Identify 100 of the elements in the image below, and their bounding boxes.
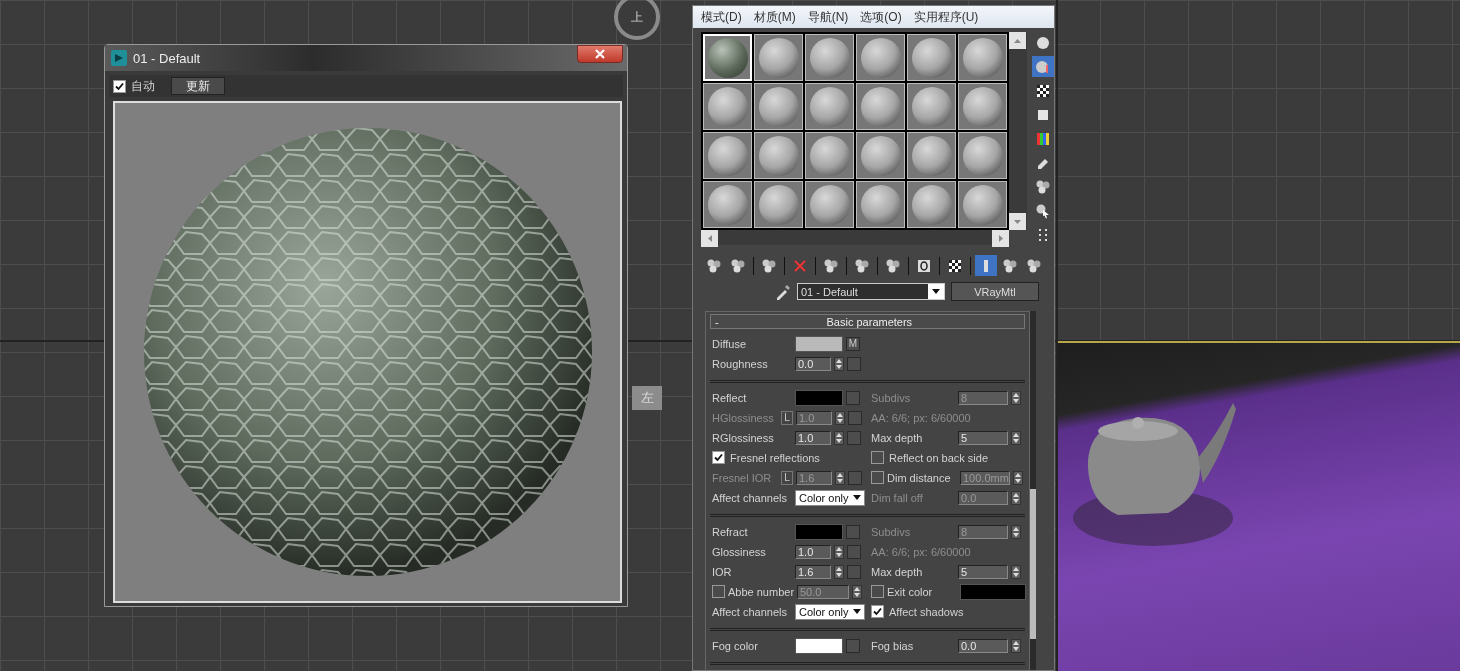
param-label: Affect channels bbox=[712, 605, 788, 618]
close-icon bbox=[595, 49, 605, 59]
param-label: Affect channels bbox=[712, 491, 788, 504]
param-label: Dim distance bbox=[887, 471, 952, 484]
number-field[interactable]: 0.0 bbox=[795, 356, 831, 371]
param-label: Fog bias bbox=[871, 639, 915, 652]
checker-icon bbox=[1035, 82, 1051, 99]
checkbox[interactable] bbox=[113, 79, 126, 93]
param-label: Reflect bbox=[712, 391, 748, 404]
map-slot-button[interactable] bbox=[846, 638, 860, 653]
param-label: Max depth bbox=[871, 431, 924, 444]
number-field[interactable]: 1.6 bbox=[795, 564, 831, 579]
spheres-icon bbox=[823, 257, 839, 274]
up-arrow-icon bbox=[1014, 38, 1021, 43]
param-label: IOR bbox=[712, 565, 733, 578]
number-field[interactable]: 5 bbox=[958, 564, 1008, 579]
color-swatch[interactable] bbox=[795, 335, 843, 352]
spheres-icon bbox=[1026, 257, 1042, 274]
close-button[interactable] bbox=[577, 45, 623, 63]
param-label: Fog color bbox=[712, 639, 759, 652]
spinner-arrows[interactable] bbox=[834, 564, 844, 579]
param-label: Subdivs bbox=[871, 525, 912, 538]
channels-dropdown[interactable]: Color only bbox=[795, 489, 865, 506]
map-slot-button[interactable]: M bbox=[846, 336, 860, 351]
param-label: Abbe number bbox=[728, 585, 794, 598]
eyedropper-icon[interactable] bbox=[775, 283, 791, 300]
window-title: 01 - Default bbox=[133, 50, 202, 66]
material-type-button[interactable]: VRayMtl bbox=[951, 282, 1039, 301]
checkbox-option[interactable]: Fresnel reflections bbox=[712, 451, 820, 464]
scrollbar[interactable] bbox=[701, 230, 1009, 245]
spinner-arrows[interactable] bbox=[1011, 564, 1021, 579]
cursor-icon bbox=[1035, 202, 1051, 219]
scrollbar[interactable] bbox=[1030, 311, 1036, 670]
viewcube[interactable]: 上 bbox=[614, 0, 660, 40]
spheres-icon bbox=[885, 257, 901, 274]
auto-checkbox[interactable]: 自动 bbox=[113, 77, 155, 95]
color-swatch[interactable] bbox=[960, 583, 1026, 600]
down-arrow-icon bbox=[1014, 219, 1021, 224]
checkbox[interactable] bbox=[871, 585, 884, 598]
spheres-icon bbox=[730, 257, 746, 274]
color-bars-icon bbox=[1035, 130, 1051, 147]
map-slot-button[interactable] bbox=[846, 524, 860, 539]
spinner-arrows[interactable] bbox=[1011, 430, 1021, 445]
scroll-right-button[interactable] bbox=[992, 230, 1009, 247]
scrollbar[interactable] bbox=[1009, 32, 1027, 230]
param-label: Roughness bbox=[712, 357, 769, 370]
spinner-arrows[interactable] bbox=[834, 356, 844, 371]
checker-icon bbox=[947, 257, 963, 274]
spheres-icon bbox=[706, 257, 722, 274]
color-swatch[interactable] bbox=[795, 389, 843, 406]
number-field[interactable]: 1.0 bbox=[795, 544, 831, 559]
spheres-icon bbox=[761, 257, 777, 274]
spinner-arrows[interactable] bbox=[834, 430, 844, 445]
scroll-up-button[interactable] bbox=[1009, 32, 1026, 49]
info-text: AA: 6/6; px: 6/60000 bbox=[871, 545, 971, 558]
scroll-down-button[interactable] bbox=[1009, 213, 1026, 230]
color-swatch[interactable] bbox=[795, 523, 843, 540]
rollout-header[interactable]: - Basic parameters bbox=[710, 314, 1025, 329]
caret-icon bbox=[853, 609, 861, 614]
param-label: Dim fall off bbox=[871, 491, 924, 504]
number-field[interactable]: 0.0 bbox=[958, 638, 1008, 653]
checkbox-option[interactable]: Affect shadows bbox=[871, 605, 964, 618]
sphere-icon bbox=[1035, 34, 1051, 51]
sample-sphere-icon bbox=[1035, 58, 1051, 75]
scroll-left-button[interactable] bbox=[701, 230, 718, 247]
checkbox-option[interactable]: Reflect on back side bbox=[871, 451, 989, 464]
param-label: Refract bbox=[712, 525, 749, 538]
number-field[interactable]: 1.0 bbox=[795, 430, 831, 445]
spinner-arrows[interactable] bbox=[834, 544, 844, 559]
app-logo-icon bbox=[111, 50, 127, 66]
param-label: Max depth bbox=[871, 565, 924, 578]
checkbox[interactable] bbox=[712, 451, 725, 464]
param-label: Fresnel IOR bbox=[712, 471, 773, 484]
param-label: HGlossiness bbox=[712, 411, 775, 424]
menu-item[interactable]: 实用程序(U) bbox=[913, 8, 979, 26]
zero-box-icon bbox=[916, 257, 932, 274]
spheres-icon bbox=[1002, 257, 1018, 274]
spinner-arrows[interactable] bbox=[1011, 638, 1021, 653]
param-label: Glossiness bbox=[712, 545, 767, 558]
menu-item[interactable]: 模式(D) bbox=[701, 8, 742, 26]
menu-item[interactable]: 材质(M) bbox=[753, 8, 796, 26]
param-label: Subdivs bbox=[871, 391, 912, 404]
color-swatch[interactable] bbox=[795, 637, 843, 654]
channels-dropdown[interactable]: Color only bbox=[795, 603, 865, 620]
menu-item[interactable]: 选项(O) bbox=[860, 8, 902, 26]
material-name-field[interactable]: 01 - Default bbox=[797, 283, 945, 300]
checkbox[interactable] bbox=[871, 605, 884, 618]
menu-item[interactable]: 导航(N) bbox=[807, 8, 849, 26]
param-label: Diffuse bbox=[712, 337, 748, 350]
spheres-icon bbox=[1035, 178, 1051, 195]
update-button[interactable]: 更新 bbox=[171, 77, 225, 95]
number-field[interactable]: 5 bbox=[958, 430, 1008, 445]
caret-icon bbox=[932, 289, 940, 294]
info-text: AA: 6/6; px: 6/60000 bbox=[871, 411, 971, 424]
param-label: RGlossiness bbox=[712, 431, 775, 444]
checkbox[interactable] bbox=[871, 451, 884, 464]
spheres-icon bbox=[854, 257, 870, 274]
left-arrow-icon bbox=[707, 235, 712, 242]
caret-icon bbox=[853, 495, 861, 500]
map-slot-button[interactable] bbox=[846, 390, 860, 405]
